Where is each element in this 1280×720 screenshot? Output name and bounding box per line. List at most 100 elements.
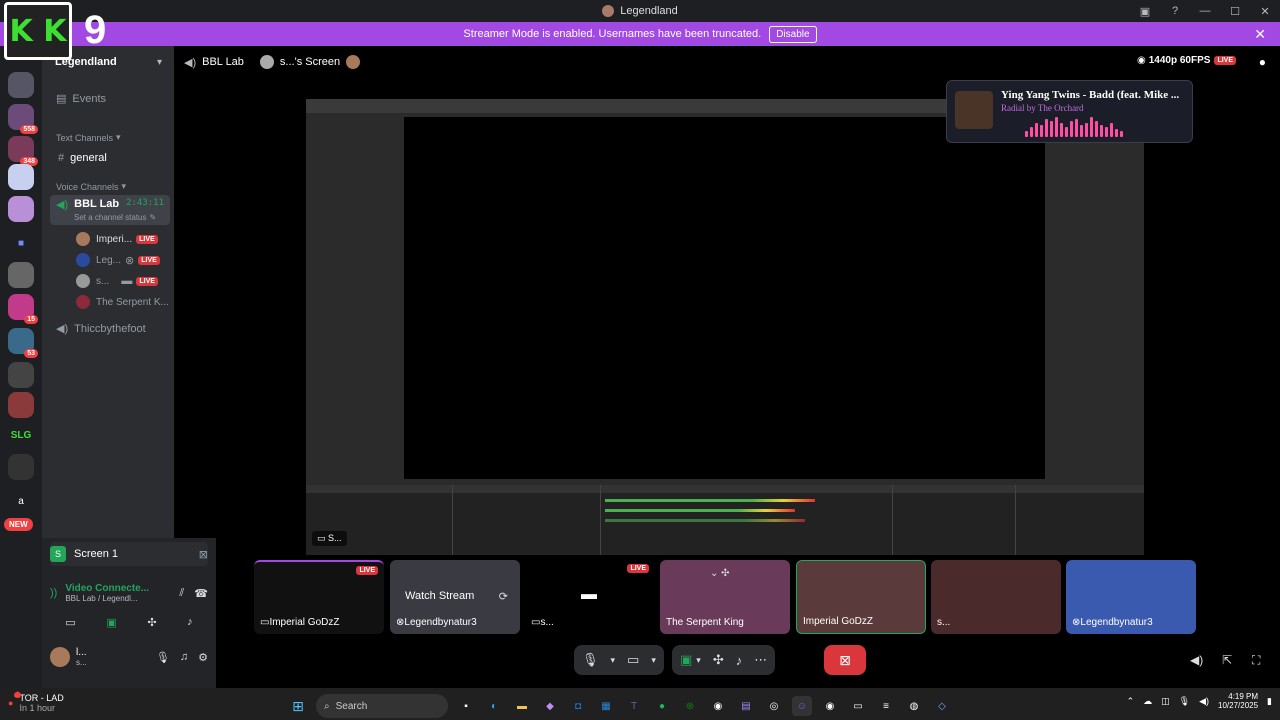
volume-icon[interactable]: ◀)	[1190, 653, 1203, 667]
screen-share-icon[interactable]: ▣	[680, 652, 692, 668]
task-view-icon[interactable]: ▪	[456, 696, 476, 716]
server-icon[interactable]: 15	[8, 294, 38, 324]
chevron-up-icon[interactable]: ⌃	[1127, 696, 1135, 707]
app-icon[interactable]: ▤	[736, 696, 756, 716]
disconnect-icon[interactable]: ☎	[194, 587, 208, 600]
inbox-icon[interactable]: ▣	[1130, 5, 1160, 18]
server-icon[interactable]	[8, 164, 34, 190]
server-icon[interactable]: SLG	[8, 422, 34, 448]
file-explorer-icon[interactable]: ▬	[512, 696, 532, 716]
maximize-icon[interactable]: ☐	[1220, 5, 1250, 18]
server-icon[interactable]: 558	[8, 104, 38, 134]
close-icon[interactable]: ✕	[1250, 5, 1280, 18]
obs-icon[interactable]: ◉	[820, 696, 840, 716]
popout-icon[interactable]: ⇱	[1222, 653, 1232, 667]
user-avatar[interactable]	[50, 647, 70, 667]
participant-tile[interactable]: Watch Stream ⟳ ⊗ Legendbynatur3	[390, 560, 520, 634]
cloud-icon[interactable]: ☁	[1143, 696, 1152, 707]
camera-off-icon[interactable]: ▭	[627, 652, 639, 668]
settings-gear-icon[interactable]: ⚙	[198, 651, 208, 664]
participant-tile[interactable]: ⌄ ✣ The Serpent King	[660, 560, 790, 634]
folder-icon[interactable]: ■	[8, 230, 34, 256]
clock[interactable]: 4:19 PM 10/27/2025	[1218, 692, 1258, 710]
chat-bubble-icon[interactable]: ●	[1259, 55, 1266, 69]
microphone-icon[interactable]: 🎙	[156, 651, 170, 664]
screen-share-row[interactable]: S Screen 1 ⊠	[50, 542, 208, 566]
fullscreen-icon[interactable]: ⛶	[1252, 653, 1260, 668]
weather-widget[interactable]: ● 3 TOR - LAD In 1 hour	[8, 692, 64, 713]
visualizer-bar	[1025, 131, 1028, 137]
participant-tile[interactable]: Imperial GoDzZ	[796, 560, 926, 634]
network-icon[interactable]: ◫	[1161, 696, 1170, 707]
voice-sub[interactable]: BBL Lab / Legendl...	[65, 594, 149, 603]
server-icon[interactable]	[8, 72, 34, 98]
app-icon[interactable]: ▭	[848, 696, 868, 716]
watch-icon[interactable]: ⟳	[499, 590, 508, 603]
chevron-down-icon[interactable]: ⌄ ✣	[710, 568, 730, 579]
voice-member[interactable]: Leg... ⊗ LIVE	[50, 252, 170, 268]
voice-channels-category[interactable]: Voice Channels ▾	[50, 181, 170, 192]
voice-member[interactable]: s... ▬ LIVE	[50, 273, 170, 289]
voice-channel-thiccbythefoot[interactable]: ◀) Thiccbythefoot	[50, 322, 170, 336]
soundboard-icon[interactable]: ♪	[736, 653, 743, 668]
outlook-icon[interactable]: ◘	[568, 696, 588, 716]
text-channels-category[interactable]: Text Channels ▾	[50, 132, 170, 143]
xbox-app-icon[interactable]: ⊗	[680, 696, 700, 716]
screen-share-icon[interactable]: ▣	[106, 616, 116, 629]
server-icon[interactable]	[8, 262, 34, 288]
chevron-down-icon[interactable]: ▾	[696, 655, 701, 666]
spotify-icon[interactable]: ●	[652, 696, 672, 716]
channel-status[interactable]: Set a channel status ✎	[50, 213, 170, 222]
volume-icon[interactable]: ◀)	[1199, 696, 1209, 707]
store-icon[interactable]: ▦	[596, 696, 616, 716]
more-options-icon[interactable]: ⋯	[754, 652, 767, 668]
participant-name: ▭ s...	[531, 617, 554, 628]
noise-suppression-icon[interactable]: ⫽	[179, 587, 184, 600]
events-item[interactable]: ▤ Events	[50, 92, 170, 106]
participant-name: Imperial GoDzZ	[803, 616, 873, 627]
github-icon[interactable]: ◉	[708, 696, 728, 716]
microphone-icon[interactable]: 🎙	[582, 652, 599, 668]
chevron-down-icon[interactable]: ▾	[651, 655, 656, 666]
help-icon[interactable]: ?	[1160, 5, 1190, 17]
taskbar-search[interactable]: ⌕ Search	[316, 694, 448, 718]
participant-tile[interactable]: LIVE ▬ ▭ s...	[525, 560, 655, 634]
stop-share-icon[interactable]: ⊠	[199, 548, 208, 561]
server-icon[interactable]	[8, 362, 34, 388]
headphones-icon[interactable]: ♫	[180, 651, 188, 663]
watch-stream-button[interactable]: Watch Stream	[405, 590, 474, 602]
teams-icon[interactable]: T	[624, 696, 644, 716]
app-icon[interactable]: ≡	[876, 696, 896, 716]
voice-member[interactable]: Imperi... LIVE	[50, 231, 170, 247]
end-call-button[interactable]: ⊠	[824, 645, 866, 675]
copilot-icon[interactable]: ◆	[540, 696, 560, 716]
minimize-icon[interactable]: —	[1190, 5, 1220, 17]
windows-start-icon[interactable]: ⊞	[288, 696, 308, 716]
app-icon[interactable]: ◇	[932, 696, 952, 716]
channel-general[interactable]: # general	[50, 148, 170, 168]
server-icon[interactable]: 348	[8, 136, 38, 166]
participant-tile[interactable]: ⊗ Legendbynatur3	[1066, 560, 1196, 634]
screen-share-stream[interactable]: ▭ S...	[306, 99, 1144, 555]
edge-icon[interactable]: ◐	[484, 696, 504, 716]
soundboard-icon[interactable]: ♪	[187, 616, 193, 628]
camera-off-icon[interactable]: ▭	[65, 616, 75, 629]
server-icon[interactable]	[8, 454, 34, 480]
participant-tile[interactable]: LIVE ▭ Imperial GoDzZ	[254, 560, 384, 634]
close-banner-icon[interactable]: ✕	[1254, 26, 1266, 43]
discord-icon[interactable]: ☺	[792, 696, 812, 716]
app-icon[interactable]: ◎	[764, 696, 784, 716]
server-icon[interactable]	[8, 196, 34, 222]
activities-icon[interactable]: ✣	[147, 616, 156, 629]
server-icon[interactable]	[8, 392, 34, 418]
microphone-icon[interactable]: 🎙	[1179, 696, 1190, 707]
voice-member[interactable]: The Serpent K...	[50, 294, 170, 310]
notifications-icon[interactable]: ▮	[1267, 696, 1272, 707]
activities-icon[interactable]: ✣	[713, 652, 724, 668]
server-icon[interactable]: a	[8, 488, 34, 514]
server-icon[interactable]: 53	[8, 328, 38, 358]
chevron-down-icon[interactable]: ▾	[611, 655, 616, 666]
steam-icon[interactable]: ◍	[904, 696, 924, 716]
disable-streamer-mode-button[interactable]: Disable	[769, 25, 817, 43]
participant-tile[interactable]: s...	[931, 560, 1061, 634]
